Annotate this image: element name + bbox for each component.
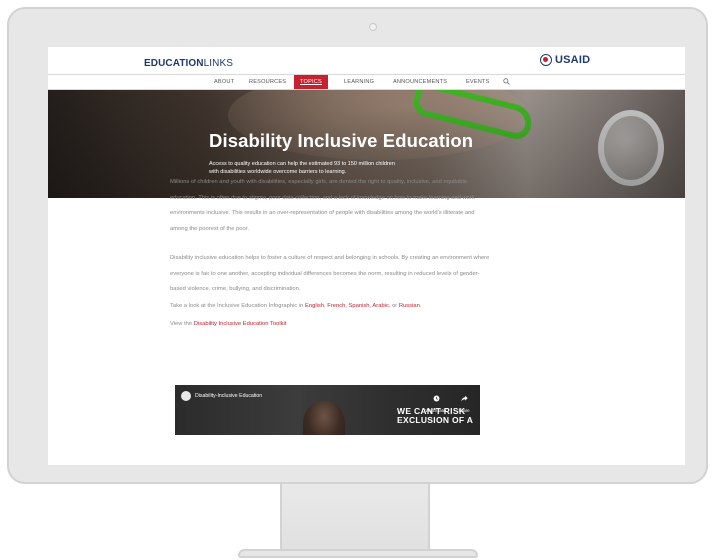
nav-announcements[interactable]: ANNOUNCEMENTS	[393, 75, 447, 89]
monitor-stand	[280, 484, 430, 552]
overlay-line-2: EXCLUSION OF A	[397, 415, 474, 425]
monitor-base	[238, 549, 478, 558]
video-player[interactable]: Disability-Inclusive Education Watch lat…	[175, 385, 480, 435]
toolkit-prefix: View the	[170, 320, 194, 327]
infographic-paragraph: Take a look at the Inclusive Education I…	[170, 302, 422, 309]
brand-bold: EDUCATION	[144, 58, 204, 69]
video-speaker-thumbnail	[303, 401, 345, 435]
link-french[interactable]: French	[327, 303, 345, 309]
infographic-suffix: .	[419, 302, 422, 309]
link-english[interactable]: English	[305, 303, 324, 309]
article-body: Millions of children and youth with disa…	[170, 175, 492, 327]
intro-paragraph: Millions of children and youth with disa…	[170, 179, 475, 232]
site-header: EDUCATIONLINKS USAID	[48, 47, 685, 74]
nav-topics[interactable]: TOPICS	[294, 75, 328, 89]
toolkit-link[interactable]: Disability Inclusive Education Toolkit	[194, 321, 287, 327]
usaid-wordmark: USAID	[555, 54, 591, 66]
main-nav: ABOUT RESOURCES TOPICS LEARNING ANNOUNCE…	[48, 74, 685, 90]
site-logo[interactable]: EDUCATIONLINKS	[144, 58, 233, 69]
nav-resources[interactable]: RESOURCES	[249, 75, 286, 89]
hero-subtitle: Access to quality education can help the…	[209, 160, 454, 176]
usaid-logo[interactable]: USAID	[540, 54, 590, 66]
search-icon[interactable]	[503, 78, 510, 85]
monitor-frame: EDUCATIONLINKS USAID ABOUT RESOURCES TOP…	[7, 7, 708, 484]
clock-icon	[433, 395, 439, 402]
nav-about[interactable]: ABOUT	[214, 75, 234, 89]
toolkit-line: View the Disability Inclusive Education …	[170, 321, 492, 327]
infographic-prefix: Take a look at the Inclusive Education I…	[170, 302, 306, 309]
nav-learning[interactable]: LEARNING	[344, 75, 374, 89]
hero-subtitle-line1: Access to quality education can help the…	[209, 161, 395, 167]
inclusive-paragraph: Disability inclusive education helps to …	[170, 255, 490, 292]
link-russian[interactable]: Russian	[399, 303, 420, 309]
link-spanish[interactable]: Spanish	[349, 303, 370, 309]
share-icon	[460, 395, 468, 402]
camera-icon	[369, 23, 377, 31]
video-overlay-caption: WE CAN'T RISK EXCLUSION OF A	[397, 407, 473, 425]
nav-events[interactable]: EVENTS	[466, 75, 490, 89]
brand-light: LINKS	[203, 58, 234, 69]
page-title: Disability Inclusive Education	[209, 130, 474, 151]
channel-logo-icon[interactable]	[181, 391, 191, 401]
video-title[interactable]: Disability-Inclusive Education	[195, 393, 262, 399]
link-arabic[interactable]: Arabic	[372, 303, 388, 309]
usaid-seal-icon	[540, 54, 552, 66]
